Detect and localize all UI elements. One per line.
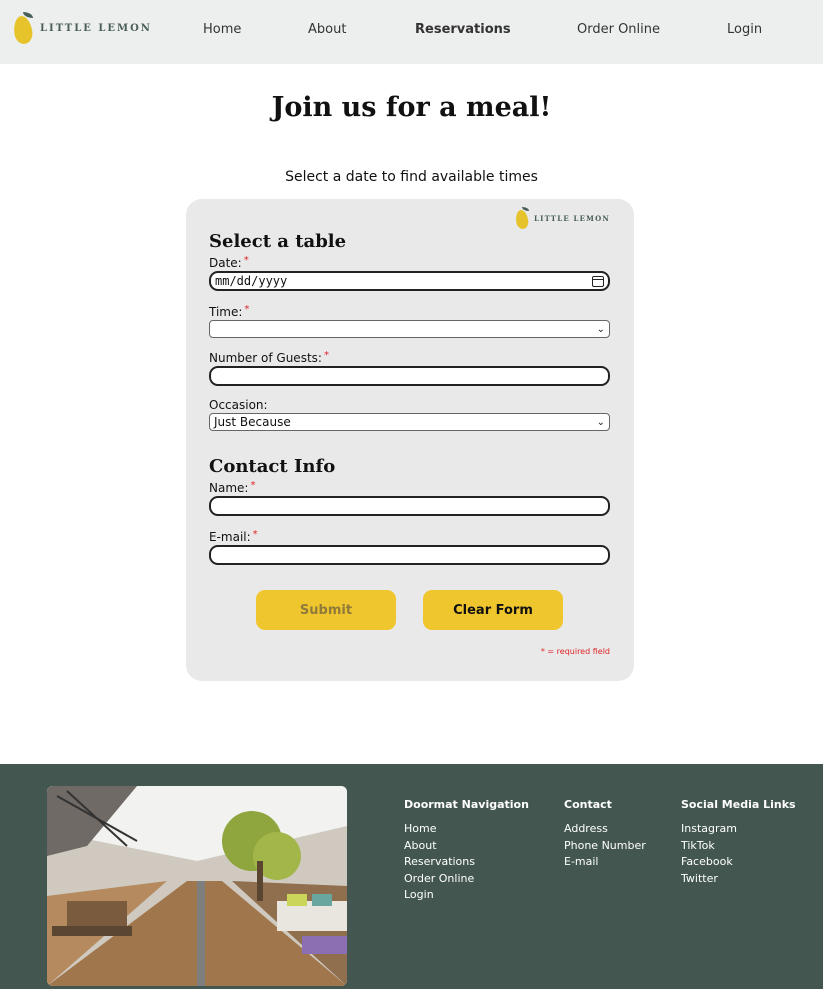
footer-heading-contact: Contact <box>564 798 612 811</box>
restaurant-patio-image <box>47 786 347 986</box>
site-footer: Doormat Navigation Home About Reservatio… <box>0 764 823 989</box>
footer-link-instagram[interactable]: Instagram <box>681 821 796 838</box>
form-logo: LITTLE LEMON <box>514 207 610 230</box>
chevron-down-icon: ⌄ <box>596 323 605 335</box>
occasion-select[interactable]: Just Because ⌄ <box>209 413 610 431</box>
clear-form-button[interactable]: Clear Form <box>423 590 563 630</box>
footer-col-navigation: Doormat Navigation Home About Reservatio… <box>404 798 529 904</box>
logo-text: LITTLE LEMON <box>40 22 152 34</box>
page-subtitle: Select a date to find available times <box>285 169 538 185</box>
footer-link-tiktok[interactable]: TikTok <box>681 838 796 855</box>
time-label: Time: * <box>209 304 250 319</box>
time-select[interactable]: ⌄ <box>209 320 610 338</box>
footer-heading-social: Social Media Links <box>681 798 796 811</box>
submit-button[interactable]: Submit <box>256 590 396 630</box>
occasion-label: Occasion: <box>209 398 268 412</box>
footer-link-address[interactable]: Address <box>564 821 646 838</box>
lemon-logo-icon <box>514 207 530 230</box>
site-logo[interactable]: LITTLE LEMON <box>12 12 152 46</box>
footer-link-email[interactable]: E-mail <box>564 854 646 871</box>
email-label: E-mail: * <box>209 529 258 544</box>
guests-input[interactable] <box>209 366 610 386</box>
section-title-contact: Contact Info <box>209 456 336 477</box>
name-input[interactable] <box>209 496 610 516</box>
footer-link-login[interactable]: Login <box>404 887 529 904</box>
nav-login[interactable]: Login <box>727 22 762 37</box>
page-title: Join us for a meal! <box>271 92 552 123</box>
footer-col-contact: Contact Address Phone Number E-mail <box>564 798 646 871</box>
required-field-note: * = required field <box>540 647 610 656</box>
footer-link-order-online[interactable]: Order Online <box>404 871 529 888</box>
lemon-logo-icon <box>12 12 34 46</box>
footer-link-about[interactable]: About <box>404 838 529 855</box>
footer-heading-navigation: Doormat Navigation <box>404 798 529 811</box>
guests-label: Number of Guests: * <box>209 350 329 365</box>
footer-link-reservations[interactable]: Reservations <box>404 854 529 871</box>
section-title-table: Select a table <box>209 231 347 252</box>
date-label: Date: * <box>209 255 249 270</box>
site-header: LITTLE LEMON Home About Reservations Ord… <box>0 0 823 64</box>
footer-col-social: Social Media Links Instagram TikTok Face… <box>681 798 796 887</box>
calendar-icon[interactable] <box>592 275 604 287</box>
occasion-value: Just Because <box>214 415 291 429</box>
chevron-down-icon: ⌄ <box>596 416 605 428</box>
footer-link-home[interactable]: Home <box>404 821 529 838</box>
name-label: Name: * <box>209 480 256 495</box>
date-input[interactable]: mm/dd/yyyy <box>209 271 610 291</box>
footer-link-facebook[interactable]: Facebook <box>681 854 796 871</box>
nav-order-online[interactable]: Order Online <box>577 22 660 37</box>
form-logo-text: LITTLE LEMON <box>534 213 610 223</box>
footer-link-phone[interactable]: Phone Number <box>564 838 646 855</box>
footer-link-twitter[interactable]: Twitter <box>681 871 796 888</box>
reservation-form: LITTLE LEMON Select a table Date: * mm/dd… <box>186 199 634 681</box>
nav-reservations[interactable]: Reservations <box>415 22 511 37</box>
nav-home[interactable]: Home <box>203 22 241 37</box>
email-input[interactable] <box>209 545 610 565</box>
footer-restaurant-image <box>47 786 347 986</box>
nav-about[interactable]: About <box>308 22 346 37</box>
date-placeholder: mm/dd/yyyy <box>215 274 288 288</box>
